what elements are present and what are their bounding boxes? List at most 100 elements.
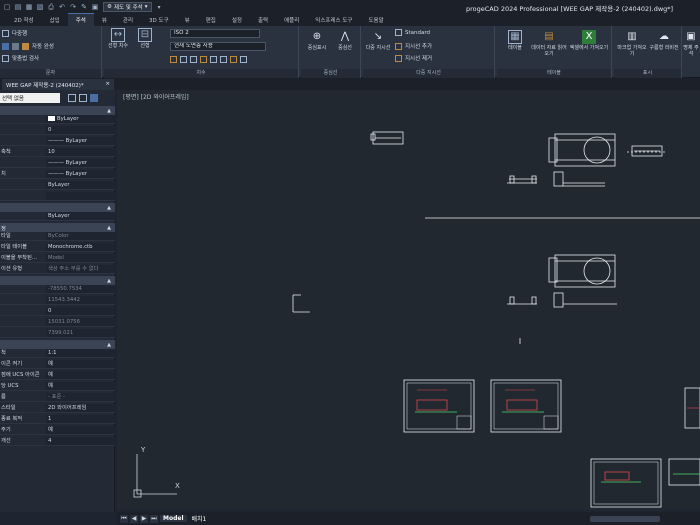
property-value[interactable]: 2D 와이어프레임: [46, 404, 115, 412]
dim-tool-icon[interactable]: [220, 56, 227, 63]
collapse-icon[interactable]: ▲: [107, 108, 111, 114]
save-icon[interactable]: ▦: [25, 3, 33, 11]
ribbon-tab[interactable]: 출력: [250, 14, 276, 26]
excel-import-button[interactable]: X 엑셀에서 가져오기: [569, 30, 609, 51]
property-value[interactable]: -78550.7534: [46, 285, 115, 293]
property-row[interactable]: 주기 예: [0, 426, 115, 435]
centermark-button[interactable]: ⊕ 중심표시: [303, 30, 331, 52]
dim-tool-icon[interactable]: [170, 56, 177, 63]
print-icon[interactable]: ⎙: [47, 3, 55, 12]
ribbon-tab[interactable]: 주석: [67, 13, 94, 26]
spellcheck-item[interactable]: 맞춤법 검사: [2, 54, 39, 62]
tab-model[interactable]: Model: [160, 515, 187, 522]
property-value[interactable]: ByColor: [46, 232, 115, 240]
linear-dim-button[interactable]: ↔ 선형 치수: [107, 28, 129, 49]
ribbon-tab[interactable]: 뷰: [177, 14, 198, 26]
property-value[interactable]: 1: [46, 415, 115, 423]
quick-select-icon[interactable]: [90, 94, 98, 102]
collapse-icon[interactable]: ▲: [107, 225, 111, 231]
dim-tool-icon[interactable]: [230, 56, 237, 63]
property-row[interactable]: 이션 유형 색상 주소 부를 수 없다: [0, 265, 115, 274]
markup-import-button[interactable]: ▥ 마크업 가져오기: [616, 30, 648, 58]
ribbon-tab[interactable]: 관리: [115, 14, 141, 26]
property-section[interactable]: ▲: [0, 106, 115, 115]
ribbon-tab[interactable]: 편집: [198, 14, 224, 26]
new-icon[interactable]: ▢: [3, 3, 11, 11]
table-button[interactable]: ▦ 테이블: [501, 30, 529, 51]
property-row[interactable]: 0: [0, 126, 115, 135]
property-row[interactable]: 7399.021: [0, 329, 115, 338]
property-value[interactable]: ByLayer: [46, 212, 115, 220]
property-row[interactable]: ByLayer: [0, 181, 115, 190]
property-section[interactable]: ▲: [0, 276, 115, 285]
collapse-icon[interactable]: ▲: [107, 205, 111, 211]
ribbon-tab[interactable]: 2D 작성: [6, 14, 42, 26]
property-value[interactable]: ——— ByLayer: [46, 137, 115, 145]
property-row[interactable]: ByLayer: [0, 212, 115, 221]
property-value[interactable]: Monochrome.ctb: [46, 243, 115, 251]
open-icon[interactable]: ▤: [14, 3, 22, 11]
property-value[interactable]: 색상 주소 부를 수 없다: [46, 265, 115, 273]
property-value[interactable]: - 표준 -: [46, 393, 115, 401]
linear-button[interactable]: ⊟ 선형: [134, 28, 156, 49]
property-row[interactable]: 이블을 부착된... Model: [0, 254, 115, 263]
collapse-icon[interactable]: ▲: [107, 342, 111, 348]
annotate-more-button[interactable]: ▣ 명제 주석: [682, 30, 700, 58]
property-row[interactable]: 개선 4: [0, 437, 115, 446]
autocomplete-item[interactable]: 자동 완성: [2, 42, 54, 50]
dim-tool-icon[interactable]: [210, 56, 217, 63]
property-row[interactable]: 종료 복적 1: [0, 415, 115, 424]
property-row[interactable]: 치 ——— ByLayer: [0, 170, 115, 179]
selection-combo[interactable]: 선택 없음: [0, 93, 60, 103]
saveas-icon[interactable]: ▧: [36, 3, 44, 11]
dim-layer-combo[interactable]: 현재 도면층 사용: [170, 42, 266, 51]
property-value[interactable]: 7399.021: [46, 329, 115, 337]
ribbon-tab[interactable]: 익스프레스 도구: [307, 14, 360, 26]
property-value[interactable]: Model: [46, 254, 115, 262]
toggle-pickadd-icon[interactable]: [68, 94, 76, 102]
property-value[interactable]: 11543.3442: [46, 296, 115, 304]
property-value[interactable]: ——— ByLayer: [46, 159, 115, 167]
property-value[interactable]: ByLayer: [46, 181, 115, 189]
last-tab-icon[interactable]: ⏭: [150, 514, 158, 523]
select-objects-icon[interactable]: [79, 94, 87, 102]
ribbon-tab[interactable]: 애플리: [276, 14, 307, 26]
add-leader-item[interactable]: 지시선 추가: [395, 42, 432, 50]
property-row[interactable]: 척 1:1: [0, 349, 115, 358]
property-row[interactable]: 름- 표준 -: [0, 393, 115, 402]
leader-style-item[interactable]: Standard: [395, 29, 430, 36]
property-row[interactable]: 스타일 2D 와이어프레임: [0, 404, 115, 413]
drawing-canvas[interactable]: Y X: [117, 90, 700, 510]
ribbon-tab[interactable]: 도움말: [360, 14, 391, 26]
ribbon-tab[interactable]: 3D 도구: [141, 14, 177, 26]
property-value[interactable]: 1:1: [46, 349, 115, 357]
property-row[interactable]: ——— ByLayer: [0, 137, 115, 146]
dim-tool-icon[interactable]: [240, 56, 247, 63]
property-value[interactable]: 15031.0756: [46, 318, 115, 326]
qa-more-icon[interactable]: ▣: [91, 3, 99, 11]
prev-tab-icon[interactable]: ◀: [130, 514, 138, 523]
viewport-label[interactable]: [평면] [2D 와이어프레임]: [123, 92, 189, 101]
property-section[interactable]: ▲: [0, 203, 115, 212]
property-section[interactable]: 정 ▲: [0, 223, 115, 232]
remove-leader-item[interactable]: 지시선 제거: [395, 54, 432, 62]
property-value[interactable]: ByLayer: [46, 115, 115, 123]
property-row[interactable]: [0, 192, 115, 201]
property-value[interactable]: 10: [46, 148, 115, 156]
property-row[interactable]: 타일 ByColor: [0, 232, 115, 241]
property-row[interactable]: 당 UCS 예: [0, 382, 115, 391]
property-value[interactable]: 예: [46, 360, 115, 368]
property-row[interactable]: 축척 10: [0, 148, 115, 157]
tab-layout1[interactable]: 배치1: [189, 514, 210, 523]
property-value[interactable]: 0: [46, 307, 115, 315]
match-icon[interactable]: ✎: [80, 3, 88, 11]
undo-icon[interactable]: ↶: [58, 3, 66, 11]
document-tab[interactable]: WEE GAP 제작용-2 (240402)* ×: [2, 79, 114, 90]
property-value[interactable]: 예: [46, 371, 115, 379]
redo-icon[interactable]: ↷: [69, 3, 77, 11]
dim-tool-icon[interactable]: [190, 56, 197, 63]
property-row[interactable]: 타일 테이블 Monochrome.ctb: [0, 243, 115, 252]
centerline-button[interactable]: ⋀ 중심선: [331, 30, 359, 52]
ribbon-tab[interactable]: 뷰: [94, 14, 115, 26]
data-extract-button[interactable]: ▤ 데이터 자료 읽어오기: [531, 30, 567, 58]
